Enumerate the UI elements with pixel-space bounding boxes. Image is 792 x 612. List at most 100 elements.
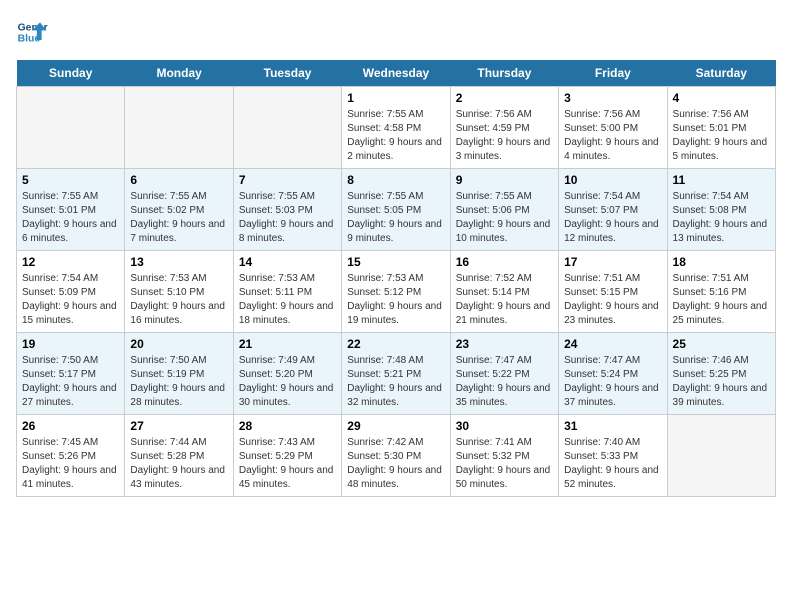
calendar-cell: 8 Sunrise: 7:55 AM Sunset: 5:05 PM Daylig… — [342, 169, 450, 251]
day-info: Sunrise: 7:51 AM Sunset: 5:15 PM Dayligh… — [564, 272, 661, 328]
day-info: Sunrise: 7:56 AM Sunset: 5:01 PM Dayligh… — [673, 108, 770, 164]
day-number: 27 — [130, 419, 227, 433]
day-number: 23 — [456, 337, 553, 351]
calendar-cell: 2 Sunrise: 7:56 AM Sunset: 4:59 PM Daylig… — [450, 87, 558, 169]
day-number: 24 — [564, 337, 661, 351]
calendar-cell: 22 Sunrise: 7:48 AM Sunset: 5:21 PM Dayli… — [342, 333, 450, 415]
day-info: Sunrise: 7:54 AM Sunset: 5:09 PM Dayligh… — [22, 272, 119, 328]
calendar-cell: 26 Sunrise: 7:45 AM Sunset: 5:26 PM Dayli… — [17, 415, 125, 497]
calendar-cell: 25 Sunrise: 7:46 AM Sunset: 5:25 PM Dayli… — [667, 333, 775, 415]
calendar-cell: 28Sunrise: 7:43 AM Sunset: 5:29 PM Dayli… — [233, 415, 341, 497]
weekday-header: Thursday — [450, 60, 558, 87]
calendar-cell: 31 Sunrise: 7:40 AM Sunset: 5:33 PM Dayli… — [559, 415, 667, 497]
day-number: 5 — [22, 173, 119, 187]
day-info: Sunrise: 7:51 AM Sunset: 5:16 PM Dayligh… — [673, 272, 770, 328]
day-info: Sunrise: 7:42 AM Sunset: 5:30 PM Dayligh… — [347, 436, 444, 492]
day-info: Sunrise: 7:46 AM Sunset: 5:25 PM Dayligh… — [673, 354, 770, 410]
day-number: 10 — [564, 173, 661, 187]
calendar-week-row: 19 Sunrise: 7:50 AM Sunset: 5:17 PM Dayli… — [17, 333, 776, 415]
weekday-header: Friday — [559, 60, 667, 87]
day-info: Sunrise: 7:45 AM Sunset: 5:26 PM Dayligh… — [22, 436, 119, 492]
calendar-cell — [233, 87, 341, 169]
calendar-cell: 1 Sunrise: 7:55 AM Sunset: 4:58 PM Daylig… — [342, 87, 450, 169]
calendar-cell: 6 Sunrise: 7:55 AM Sunset: 5:02 PM Daylig… — [125, 169, 233, 251]
day-number: 22 — [347, 337, 444, 351]
page-header: General Blue — [16, 16, 776, 48]
day-number: 2 — [456, 91, 553, 105]
day-info: Sunrise: 7:53 AM Sunset: 5:12 PM Dayligh… — [347, 272, 444, 328]
calendar-week-row: 12 Sunrise: 7:54 AM Sunset: 5:09 PM Dayli… — [17, 251, 776, 333]
calendar-week-row: 26 Sunrise: 7:45 AM Sunset: 5:26 PM Dayli… — [17, 415, 776, 497]
calendar-cell: 30 Sunrise: 7:41 AM Sunset: 5:32 PM Dayli… — [450, 415, 558, 497]
day-number: 3 — [564, 91, 661, 105]
day-number: 19 — [22, 337, 119, 351]
day-number: 7 — [239, 173, 336, 187]
calendar-cell: 21 Sunrise: 7:49 AM Sunset: 5:20 PM Dayli… — [233, 333, 341, 415]
calendar-cell: 13 Sunrise: 7:53 AM Sunset: 5:10 PM Dayli… — [125, 251, 233, 333]
calendar-cell: 17 Sunrise: 7:51 AM Sunset: 5:15 PM Dayli… — [559, 251, 667, 333]
day-info: Sunrise: 7:40 AM Sunset: 5:33 PM Dayligh… — [564, 436, 661, 492]
day-number: 11 — [673, 173, 770, 187]
calendar-cell: 15 Sunrise: 7:53 AM Sunset: 5:12 PM Dayli… — [342, 251, 450, 333]
day-number: 13 — [130, 255, 227, 269]
day-info: Sunrise: 7:50 AM Sunset: 5:19 PM Dayligh… — [130, 354, 227, 410]
day-number: 29 — [347, 419, 444, 433]
weekday-header: Wednesday — [342, 60, 450, 87]
calendar-cell: 24 Sunrise: 7:47 AM Sunset: 5:24 PM Dayli… — [559, 333, 667, 415]
day-info: Sunrise: 7:55 AM Sunset: 5:05 PM Dayligh… — [347, 190, 444, 246]
calendar-cell: 19 Sunrise: 7:50 AM Sunset: 5:17 PM Dayli… — [17, 333, 125, 415]
day-info: Sunrise: 7:47 AM Sunset: 5:24 PM Dayligh… — [564, 354, 661, 410]
day-number: 15 — [347, 255, 444, 269]
day-info: Sunrise: 7:53 AM Sunset: 5:10 PM Dayligh… — [130, 272, 227, 328]
day-info: Sunrise: 7:48 AM Sunset: 5:21 PM Dayligh… — [347, 354, 444, 410]
day-number: 25 — [673, 337, 770, 351]
logo-icon: General Blue — [16, 16, 48, 48]
day-number: 21 — [239, 337, 336, 351]
calendar-week-row: 1 Sunrise: 7:55 AM Sunset: 4:58 PM Daylig… — [17, 87, 776, 169]
weekday-header: Saturday — [667, 60, 775, 87]
logo: General Blue — [16, 16, 48, 48]
day-number: 6 — [130, 173, 227, 187]
day-number: 30 — [456, 419, 553, 433]
calendar-cell: 20 Sunrise: 7:50 AM Sunset: 5:19 PM Dayli… — [125, 333, 233, 415]
day-info: Sunrise: 7:56 AM Sunset: 5:00 PM Dayligh… — [564, 108, 661, 164]
day-info: Sunrise: 7:41 AM Sunset: 5:32 PM Dayligh… — [456, 436, 553, 492]
day-info: Sunrise: 7:44 AM Sunset: 5:28 PM Dayligh… — [130, 436, 227, 492]
day-number: 14 — [239, 255, 336, 269]
day-number: 26 — [22, 419, 119, 433]
calendar-cell: 11 Sunrise: 7:54 AM Sunset: 5:08 PM Dayli… — [667, 169, 775, 251]
day-number: 1 — [347, 91, 444, 105]
day-info: Sunrise: 7:49 AM Sunset: 5:20 PM Dayligh… — [239, 354, 336, 410]
day-info: Sunrise: 7:55 AM Sunset: 5:02 PM Dayligh… — [130, 190, 227, 246]
calendar-cell: 29 Sunrise: 7:42 AM Sunset: 5:30 PM Dayli… — [342, 415, 450, 497]
calendar-cell: 27 Sunrise: 7:44 AM Sunset: 5:28 PM Dayli… — [125, 415, 233, 497]
day-info: Sunrise: 7:54 AM Sunset: 5:07 PM Dayligh… — [564, 190, 661, 246]
calendar-cell — [125, 87, 233, 169]
day-info: Sunrise: 7:47 AM Sunset: 5:22 PM Dayligh… — [456, 354, 553, 410]
header-row: SundayMondayTuesdayWednesdayThursdayFrid… — [17, 60, 776, 87]
calendar-cell: 12 Sunrise: 7:54 AM Sunset: 5:09 PM Dayli… — [17, 251, 125, 333]
day-info: Sunrise: 7:55 AM Sunset: 4:58 PM Dayligh… — [347, 108, 444, 164]
day-number: 8 — [347, 173, 444, 187]
day-info: Sunrise: 7:56 AM Sunset: 4:59 PM Dayligh… — [456, 108, 553, 164]
day-info: Sunrise: 7:50 AM Sunset: 5:17 PM Dayligh… — [22, 354, 119, 410]
day-number: 20 — [130, 337, 227, 351]
day-number: 17 — [564, 255, 661, 269]
day-info: Sunrise: 7:54 AM Sunset: 5:08 PM Dayligh… — [673, 190, 770, 246]
calendar-cell: 9 Sunrise: 7:55 AM Sunset: 5:06 PM Daylig… — [450, 169, 558, 251]
calendar-cell: 4 Sunrise: 7:56 AM Sunset: 5:01 PM Daylig… — [667, 87, 775, 169]
day-number: 4 — [673, 91, 770, 105]
day-info: Sunrise: 7:55 AM Sunset: 5:03 PM Dayligh… — [239, 190, 336, 246]
calendar-cell: 3 Sunrise: 7:56 AM Sunset: 5:00 PM Daylig… — [559, 87, 667, 169]
day-number: 9 — [456, 173, 553, 187]
day-info: Sunrise: 7:55 AM Sunset: 5:06 PM Dayligh… — [456, 190, 553, 246]
calendar-week-row: 5Sunrise: 7:55 AM Sunset: 5:01 PM Daylig… — [17, 169, 776, 251]
calendar-cell: 5Sunrise: 7:55 AM Sunset: 5:01 PM Daylig… — [17, 169, 125, 251]
day-number: 28 — [239, 419, 336, 433]
calendar-cell — [667, 415, 775, 497]
day-number: 31 — [564, 419, 661, 433]
calendar-cell: 23 Sunrise: 7:47 AM Sunset: 5:22 PM Dayli… — [450, 333, 558, 415]
weekday-header: Sunday — [17, 60, 125, 87]
day-number: 12 — [22, 255, 119, 269]
day-info: Sunrise: 7:52 AM Sunset: 5:14 PM Dayligh… — [456, 272, 553, 328]
